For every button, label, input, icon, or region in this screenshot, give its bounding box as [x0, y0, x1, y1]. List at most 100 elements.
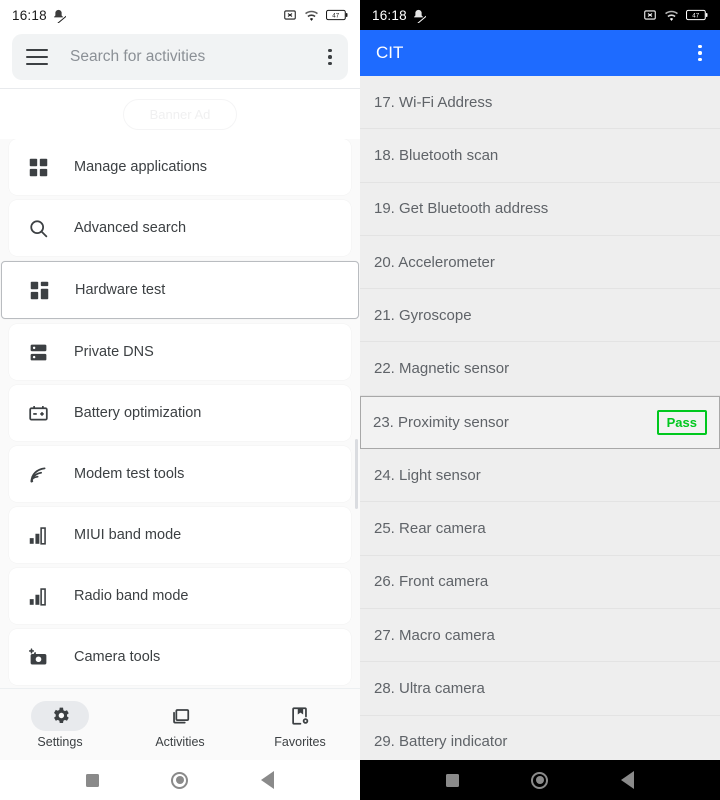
camera-plus-icon	[26, 645, 50, 669]
no-sim-icon	[283, 8, 297, 22]
list-item[interactable]: 29. Battery indicator	[360, 716, 720, 760]
list-item-label: 22. Magnetic sensor	[374, 360, 509, 377]
list-item[interactable]: Private DNS	[9, 324, 351, 380]
signal-waves-icon	[26, 462, 50, 486]
home-circle-icon[interactable]	[171, 772, 188, 789]
battery-level-text: 47	[332, 13, 339, 20]
wifi-icon	[664, 8, 679, 23]
list-item-label: 29. Battery indicator	[374, 733, 507, 750]
recents-square-icon[interactable]	[86, 774, 99, 787]
wifi-icon	[304, 8, 319, 23]
list-item-label: 27. Macro camera	[374, 627, 495, 644]
cit-test-list[interactable]: 17. Wi-Fi Address 18. Bluetooth scan 19.…	[360, 76, 720, 760]
list-item[interactable]: 25. Rear camera	[360, 502, 720, 555]
list-item-label: 21. Gyroscope	[374, 307, 472, 324]
list-item-label: 18. Bluetooth scan	[374, 147, 498, 164]
kebab-menu-icon[interactable]	[328, 49, 332, 66]
status-clock: 16:18	[372, 8, 407, 23]
battery-plus-icon	[26, 401, 50, 425]
banner-ad-container: Banner Ad	[0, 89, 360, 139]
list-item-label: 17. Wi-Fi Address	[374, 94, 492, 111]
left-phone-panel: 16:18	[0, 0, 360, 800]
tab-settings[interactable]: Settings	[0, 701, 120, 749]
list-item[interactable]: Camera tools	[9, 629, 351, 685]
status-badge: Pass	[657, 410, 707, 435]
back-triangle-icon[interactable]	[621, 771, 634, 789]
windows-icon	[151, 701, 209, 731]
list-item-label: 25. Rear camera	[374, 520, 486, 537]
android-system-nav	[0, 760, 360, 800]
battery-level-text: 47	[692, 13, 699, 20]
list-item[interactable]: 19. Get Bluetooth address	[360, 183, 720, 236]
list-item[interactable]: Manage applications	[9, 139, 351, 195]
list-item[interactable]: Radio band mode	[9, 568, 351, 624]
list-item-label: 28. Ultra camera	[374, 680, 485, 697]
tab-favorites[interactable]: Favorites	[240, 701, 360, 749]
recents-square-icon[interactable]	[446, 774, 459, 787]
list-item-label: Modem test tools	[74, 466, 184, 482]
status-right-group: 47	[643, 8, 708, 23]
tab-label: Activities	[155, 735, 204, 749]
status-right-group: 47	[283, 8, 348, 23]
list-item[interactable]: MIUI band mode	[9, 507, 351, 563]
list-item[interactable]: 28. Ultra camera	[360, 662, 720, 715]
list-item-label: MIUI band mode	[74, 527, 181, 543]
list-item-label: Radio band mode	[74, 588, 188, 604]
list-item[interactable]: 21. Gyroscope	[360, 289, 720, 342]
gear-icon	[31, 701, 89, 731]
list-item[interactable]: 17. Wi-Fi Address	[360, 76, 720, 129]
activities-card-list[interactable]: Manage applications Advanced search	[0, 139, 360, 688]
android-system-nav	[360, 760, 720, 800]
list-item[interactable]: 18. Bluetooth scan	[360, 129, 720, 182]
back-triangle-icon[interactable]	[261, 771, 274, 789]
list-item[interactable]: 20. Accelerometer	[360, 236, 720, 289]
right-phone-panel: 16:18	[360, 0, 720, 800]
banner-ad-placeholder: Banner Ad	[123, 99, 238, 130]
bookmark-gear-icon	[271, 701, 329, 731]
list-item[interactable]: Battery optimization	[9, 385, 351, 441]
list-item-label: 19. Get Bluetooth address	[374, 200, 548, 217]
left-status-bar: 16:18	[0, 0, 360, 30]
list-item[interactable]: 24. Light sensor	[360, 449, 720, 502]
vibrate-off-icon	[411, 8, 426, 23]
list-item[interactable]: 22. Magnetic sensor	[360, 342, 720, 395]
list-item[interactable]: 27. Macro camera	[360, 609, 720, 662]
search-bar-container: Search for activities	[0, 30, 360, 88]
cit-app-bar: CIT	[360, 30, 720, 76]
no-sim-icon	[643, 8, 657, 22]
list-item-proximity-sensor[interactable]: 23. Proximity sensor Pass	[360, 396, 720, 449]
list-item-label: Private DNS	[74, 344, 154, 360]
search-input[interactable]: Search for activities	[70, 48, 328, 66]
bottom-navigation: Settings Activities	[0, 688, 360, 760]
tab-label: Settings	[37, 735, 82, 749]
search-icon	[26, 216, 50, 240]
list-item-label: Manage applications	[74, 159, 207, 175]
kebab-menu-icon[interactable]	[698, 45, 702, 62]
right-status-bar: 16:18	[360, 0, 720, 30]
list-item-label: Camera tools	[74, 649, 160, 665]
page-title: CIT	[376, 43, 403, 63]
dashboard-icon	[27, 278, 51, 302]
signal-bars-icon	[26, 584, 50, 608]
list-item[interactable]: 26. Front camera	[360, 556, 720, 609]
list-item-hardware-test[interactable]: Hardware test	[1, 261, 359, 319]
vibrate-off-icon	[51, 8, 66, 23]
list-item-label: Hardware test	[75, 282, 165, 298]
list-item[interactable]: Advanced search	[9, 200, 351, 256]
list-item-label: 26. Front camera	[374, 573, 488, 590]
list-item[interactable]: Modem test tools	[9, 446, 351, 502]
tab-label: Favorites	[274, 735, 325, 749]
status-left-group: 16:18	[372, 8, 426, 23]
tab-activities[interactable]: Activities	[120, 701, 240, 749]
list-item-label: 23. Proximity sensor	[373, 414, 509, 431]
grid-apps-icon	[26, 155, 50, 179]
dual-phone-screenshot: 16:18	[0, 0, 720, 800]
list-item-label: 20. Accelerometer	[374, 254, 495, 271]
battery-icon: 47	[326, 9, 348, 21]
search-bar[interactable]: Search for activities	[12, 34, 348, 80]
server-icon	[26, 340, 50, 364]
scrollbar-thumb[interactable]	[355, 439, 358, 509]
hamburger-icon[interactable]	[26, 49, 48, 65]
list-item-label: Battery optimization	[74, 405, 201, 421]
home-circle-icon[interactable]	[531, 772, 548, 789]
